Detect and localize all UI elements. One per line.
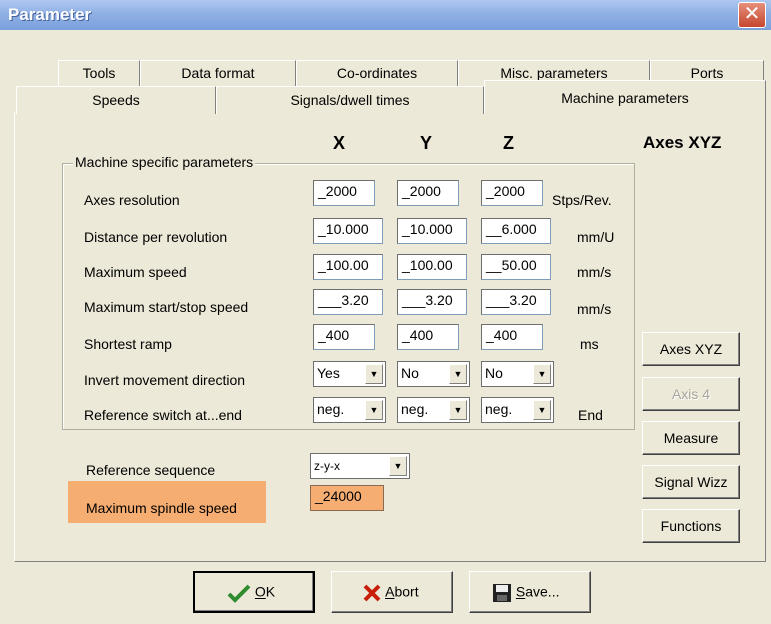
max-speed-y-input[interactable]: _100.00	[397, 254, 467, 280]
group-title: Machine specific parameters	[73, 154, 256, 170]
tab-label: Co-ordinates	[336, 65, 418, 81]
spindle-speed-label: Maximum spindle speed	[86, 500, 237, 516]
spindle-speed-input[interactable]: _24000	[310, 485, 384, 511]
row-label: Maximum speed	[84, 264, 187, 280]
tab-label: Machine parameters	[561, 90, 689, 106]
column-header-x: X	[333, 133, 346, 153]
tab-data-format[interactable]: Data format	[140, 60, 296, 86]
unit-label: mm/s	[577, 264, 612, 280]
invert-direction-y-select[interactable]: No ▼	[397, 361, 470, 387]
row-label: Axes resolution	[84, 192, 180, 208]
dropdown-arrow-icon[interactable]: ▼	[365, 400, 383, 420]
invert-direction-z-select[interactable]: No ▼	[481, 361, 554, 387]
dropdown-arrow-icon[interactable]: ▼	[449, 400, 467, 420]
axes-resolution-x-input[interactable]: _2000	[313, 180, 375, 206]
signal-wizz-button[interactable]: Signal Wizz	[642, 465, 740, 499]
distance-per-rev-y-input[interactable]: _10.000	[397, 218, 467, 244]
tab-signals-dwell-times[interactable]: Signals/dwell times	[216, 86, 484, 114]
max-start-stop-z-input[interactable]: ___3.20	[481, 289, 551, 315]
select-value: neg.	[317, 401, 345, 417]
reference-sequence-select[interactable]: z-y-x ▼	[310, 453, 410, 479]
tab-co-ordinates[interactable]: Co-ordinates	[296, 60, 458, 86]
select-value: No	[485, 365, 503, 381]
reference-switch-z-select[interactable]: neg. ▼	[481, 397, 554, 423]
functions-button[interactable]: Functions	[642, 509, 740, 543]
dropdown-arrow-icon[interactable]: ▼	[533, 364, 551, 384]
reference-sequence-label: Reference sequence	[86, 462, 216, 478]
title-bar: Parameter ✕	[0, 0, 771, 30]
unit-label: mm/s	[577, 301, 612, 317]
tab-machine-parameters[interactable]: Machine parameters	[484, 80, 766, 114]
unit-label: End	[578, 407, 603, 423]
tab-label: Misc. parameters	[500, 65, 608, 81]
reference-switch-y-select[interactable]: neg. ▼	[397, 397, 470, 423]
column-header-z: Z	[503, 133, 514, 153]
axes-xyz-heading: Axes XYZ	[643, 133, 722, 152]
measure-button[interactable]: Measure	[642, 421, 740, 455]
tab-label: Speeds	[92, 92, 140, 108]
axes-resolution-y-input[interactable]: _2000	[397, 180, 459, 206]
ok-button[interactable]: OK	[193, 571, 315, 613]
x-icon	[363, 584, 381, 602]
dropdown-arrow-icon[interactable]: ▼	[533, 400, 551, 420]
unit-label: mm/U	[577, 229, 615, 245]
max-start-stop-x-input[interactable]: ___3.20	[313, 289, 383, 315]
select-value: neg.	[485, 401, 513, 417]
max-speed-z-input[interactable]: __50.00	[481, 254, 551, 280]
row-label: Maximum start/stop speed	[84, 299, 249, 315]
save-label: ave...	[525, 583, 560, 600]
shortest-ramp-z-input[interactable]: _400	[481, 324, 543, 350]
row-label: Distance per revolution	[84, 229, 228, 245]
save-button[interactable]: Save...	[469, 571, 591, 613]
abort-button[interactable]: Abort	[331, 571, 453, 613]
max-start-stop-y-input[interactable]: ___3.20	[397, 289, 467, 315]
abort-label: bort	[394, 583, 419, 600]
select-value: z-y-x	[314, 459, 340, 473]
tab-label: Signals/dwell times	[290, 92, 410, 108]
tab-label: Ports	[690, 65, 724, 81]
invert-direction-x-select[interactable]: Yes ▼	[313, 361, 386, 387]
row-label: Invert movement direction	[84, 372, 246, 388]
tab-label: Data format	[181, 65, 255, 81]
ok-label: K	[265, 583, 276, 600]
close-button[interactable]: ✕	[738, 2, 766, 28]
ok-mnemonic: O	[254, 583, 266, 600]
window-title: Parameter	[8, 5, 92, 24]
check-icon	[227, 584, 251, 603]
row-label: Shortest ramp	[84, 336, 172, 352]
close-icon: ✕	[743, 3, 761, 25]
select-value: Yes	[317, 365, 340, 381]
select-value: No	[401, 365, 419, 381]
column-header-y: Y	[420, 133, 433, 153]
select-value: neg.	[401, 401, 429, 417]
tab-speeds[interactable]: Speeds	[16, 86, 216, 114]
axes-xyz-button[interactable]: Axes XYZ	[642, 332, 740, 366]
distance-per-rev-z-input[interactable]: __6.000	[481, 218, 551, 244]
reference-switch-x-select[interactable]: neg. ▼	[313, 397, 386, 423]
tab-tools[interactable]: Tools	[58, 60, 140, 86]
axes-resolution-z-input[interactable]: _2000	[481, 180, 543, 206]
tab-label: Tools	[82, 65, 116, 81]
dropdown-arrow-icon[interactable]: ▼	[449, 364, 467, 384]
dropdown-arrow-icon[interactable]: ▼	[365, 364, 383, 384]
dropdown-arrow-icon[interactable]: ▼	[389, 456, 407, 476]
shortest-ramp-y-input[interactable]: _400	[397, 324, 459, 350]
unit-label: ms	[580, 336, 599, 352]
distance-per-rev-x-input[interactable]: _10.000	[313, 218, 383, 244]
shortest-ramp-x-input[interactable]: _400	[313, 324, 375, 350]
floppy-disk-icon	[493, 584, 511, 602]
save-mnemonic: S	[515, 583, 526, 600]
row-label: Reference switch at...end	[84, 407, 242, 423]
max-speed-x-input[interactable]: _100.00	[313, 254, 383, 280]
unit-label: Stps/Rev.	[552, 192, 612, 208]
axis-4-button: Axis 4	[642, 377, 740, 411]
